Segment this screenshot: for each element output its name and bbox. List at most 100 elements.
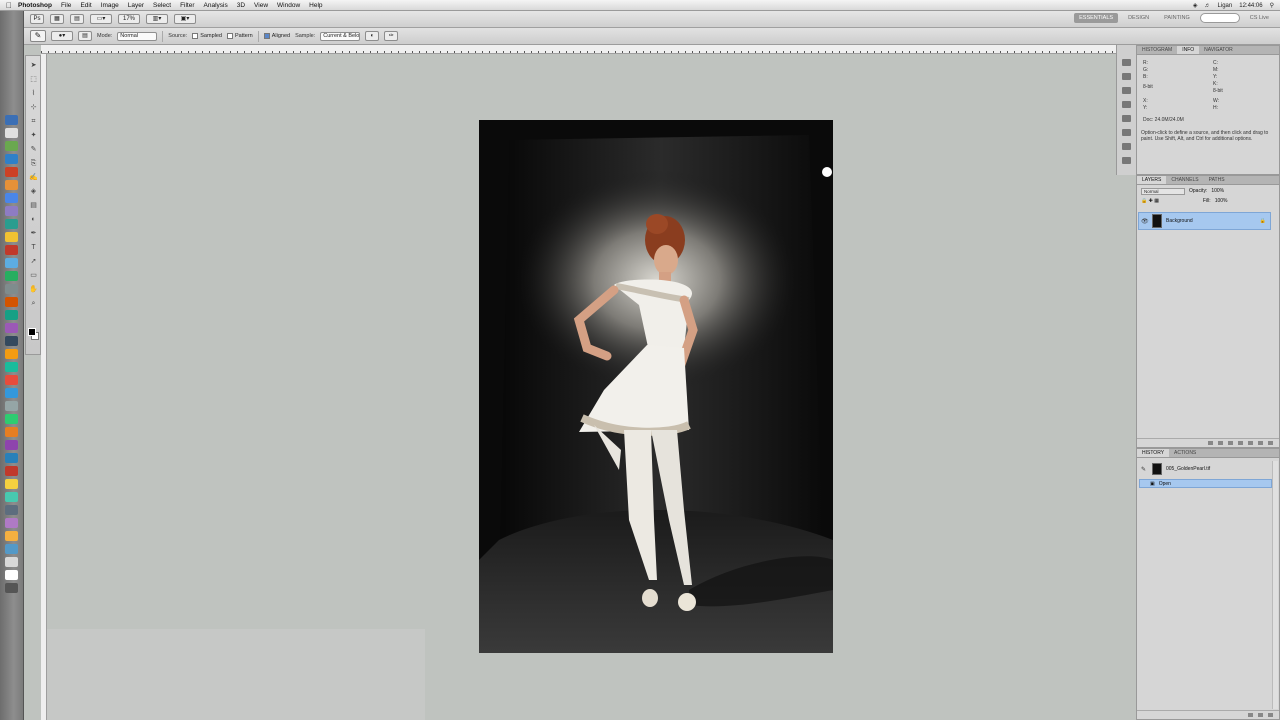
- link-layers-icon[interactable]: [1208, 441, 1213, 445]
- info-panel-icon[interactable]: [1122, 73, 1131, 80]
- clone-source-panel-icon[interactable]: [1122, 157, 1131, 164]
- sample-dropdown[interactable]: Current & Below: [320, 31, 361, 41]
- dock-app-icon[interactable]: [5, 388, 18, 398]
- new-layer-icon[interactable]: [1258, 441, 1263, 445]
- trash-icon[interactable]: [1268, 441, 1273, 445]
- dock-safari-icon[interactable]: [5, 154, 18, 164]
- spot-heal-tool-icon[interactable]: ✎: [29, 146, 38, 153]
- dock-app-icon[interactable]: [5, 570, 18, 580]
- brush-preset-picker[interactable]: ●▾: [51, 31, 73, 41]
- new-document-from-state-icon[interactable]: [1248, 713, 1253, 717]
- dock-app-icon[interactable]: [5, 518, 18, 528]
- new-snapshot-icon[interactable]: [1258, 713, 1263, 717]
- dock-app-icon[interactable]: [5, 349, 18, 359]
- move-tool-icon[interactable]: ➤: [29, 62, 38, 69]
- type-tool-icon[interactable]: ➚: [29, 258, 38, 265]
- dock-reminders-icon[interactable]: [5, 245, 18, 255]
- dock-app-icon[interactable]: [5, 479, 18, 489]
- trash-icon[interactable]: [1268, 713, 1273, 717]
- layer-mask-icon[interactable]: [1228, 441, 1233, 445]
- spotlight-search-icon[interactable]: ⚲: [1270, 2, 1274, 9]
- dock-finder-icon[interactable]: [5, 115, 18, 125]
- tab-actions[interactable]: ACTIONS: [1169, 449, 1201, 457]
- lock-icons[interactable]: 🔒 ✚ ▦: [1141, 198, 1159, 204]
- dock-itunes-icon[interactable]: [5, 206, 18, 216]
- dock-app-icon[interactable]: [5, 414, 18, 424]
- dock-app-icon[interactable]: [5, 440, 18, 450]
- menu-3d[interactable]: 3D: [237, 2, 245, 9]
- menu-window[interactable]: Window: [277, 2, 300, 9]
- source-pattern-radio[interactable]: Pattern: [226, 33, 253, 39]
- dock-mail-app-icon[interactable]: [5, 193, 18, 203]
- adjustments-panel-icon[interactable]: [1122, 101, 1131, 108]
- path-select-tool-icon[interactable]: ▭: [29, 272, 38, 279]
- eraser-tool-icon[interactable]: ▤: [29, 202, 38, 209]
- menu-file[interactable]: File: [61, 2, 71, 9]
- dock-app-icon[interactable]: [5, 362, 18, 372]
- dock-facetime-icon[interactable]: [5, 219, 18, 229]
- tablet-pressure-icon[interactable]: ✑: [384, 31, 399, 41]
- cs-live-button[interactable]: CS Live: [1245, 13, 1274, 23]
- dock-app-icon[interactable]: [5, 323, 18, 333]
- dock-app-icon[interactable]: [5, 401, 18, 411]
- dock-app-icon[interactable]: [5, 544, 18, 554]
- menu-filter[interactable]: Filter: [180, 2, 194, 9]
- menu-view[interactable]: View: [254, 2, 268, 9]
- workspace-design[interactable]: DESIGN: [1123, 13, 1154, 23]
- lasso-tool-icon[interactable]: ⌇: [29, 90, 38, 97]
- history-brush-tool-icon[interactable]: ◈: [29, 188, 38, 195]
- screen-mode-dropdown[interactable]: ▣▾: [174, 14, 196, 24]
- dock-preferences-icon[interactable]: [5, 284, 18, 294]
- visibility-eye-icon[interactable]: 👁: [1141, 218, 1149, 225]
- dock-app-icon[interactable]: [5, 336, 18, 346]
- dock-mail-icon[interactable]: [5, 141, 18, 151]
- dock-app-icon[interactable]: [5, 310, 18, 320]
- history-brush-icon[interactable]: ✎: [1141, 466, 1148, 473]
- eyedropper-tool-icon[interactable]: ✦: [29, 132, 38, 139]
- dock-app-icon[interactable]: [5, 466, 18, 476]
- hand-tool-icon[interactable]: ⌕: [29, 300, 38, 307]
- tab-navigator[interactable]: NAVIGATOR: [1199, 46, 1238, 54]
- menu-edit[interactable]: Edit: [80, 2, 91, 9]
- dock-app-icon[interactable]: [5, 557, 18, 567]
- dodge-tool-icon[interactable]: ✒: [29, 230, 38, 237]
- dock-app-icon[interactable]: [5, 492, 18, 502]
- workspace-painting[interactable]: PAINTING: [1159, 13, 1195, 23]
- marquee-tool-icon[interactable]: ⬚: [29, 76, 38, 83]
- dock-notes-icon[interactable]: [5, 232, 18, 242]
- brush-tool-icon[interactable]: ⎘: [29, 160, 38, 167]
- foreground-color-swatch[interactable]: [28, 328, 36, 336]
- menu-image[interactable]: Image: [101, 2, 119, 9]
- quick-select-tool-icon[interactable]: ⊹: [29, 104, 38, 111]
- layer-style-icon[interactable]: [1218, 441, 1223, 445]
- menu-select[interactable]: Select: [153, 2, 171, 9]
- history-snapshot[interactable]: ✎ 005_GoldenPearl.tif: [1139, 461, 1277, 477]
- navigator-panel-icon[interactable]: [1122, 87, 1131, 94]
- layer-row-background[interactable]: 👁 Background 🔒: [1138, 212, 1271, 230]
- workspace-essentials[interactable]: ESSENTIALS: [1074, 13, 1119, 23]
- source-sampled-radio[interactable]: Sampled: [192, 33, 222, 39]
- menu-layer[interactable]: Layer: [128, 2, 144, 9]
- bridge-icon[interactable]: ▦: [50, 14, 64, 24]
- opacity-value[interactable]: 100%: [1211, 188, 1224, 195]
- tab-channels[interactable]: CHANNELS: [1166, 176, 1203, 184]
- document-image[interactable]: [479, 120, 833, 653]
- blend-mode-dropdown[interactable]: Normal: [1141, 188, 1185, 195]
- history-scrollbar[interactable]: [1272, 461, 1278, 709]
- user-name[interactable]: Ligan: [1218, 3, 1233, 9]
- dock-app-icon[interactable]: [5, 297, 18, 307]
- dock-app-icon[interactable]: [5, 453, 18, 463]
- pen-tool-icon[interactable]: T: [29, 244, 38, 251]
- search-field[interactable]: [1199, 13, 1240, 23]
- gradient-tool-icon[interactable]: ◐: [29, 216, 38, 223]
- ignore-adjustment-layers-icon[interactable]: ◐: [365, 31, 380, 41]
- mode-dropdown[interactable]: Normal: [117, 31, 158, 41]
- dock-dashboard-icon[interactable]: [5, 128, 18, 138]
- dock-app-icon[interactable]: [5, 427, 18, 437]
- volume-icon[interactable]: ♬: [1205, 3, 1211, 9]
- clock[interactable]: 12:44:06: [1239, 3, 1262, 9]
- dock-photos-icon[interactable]: [5, 180, 18, 190]
- tab-layers[interactable]: LAYERS: [1137, 176, 1167, 184]
- menu-help[interactable]: Help: [309, 2, 322, 9]
- menu-analysis[interactable]: Analysis: [204, 2, 228, 9]
